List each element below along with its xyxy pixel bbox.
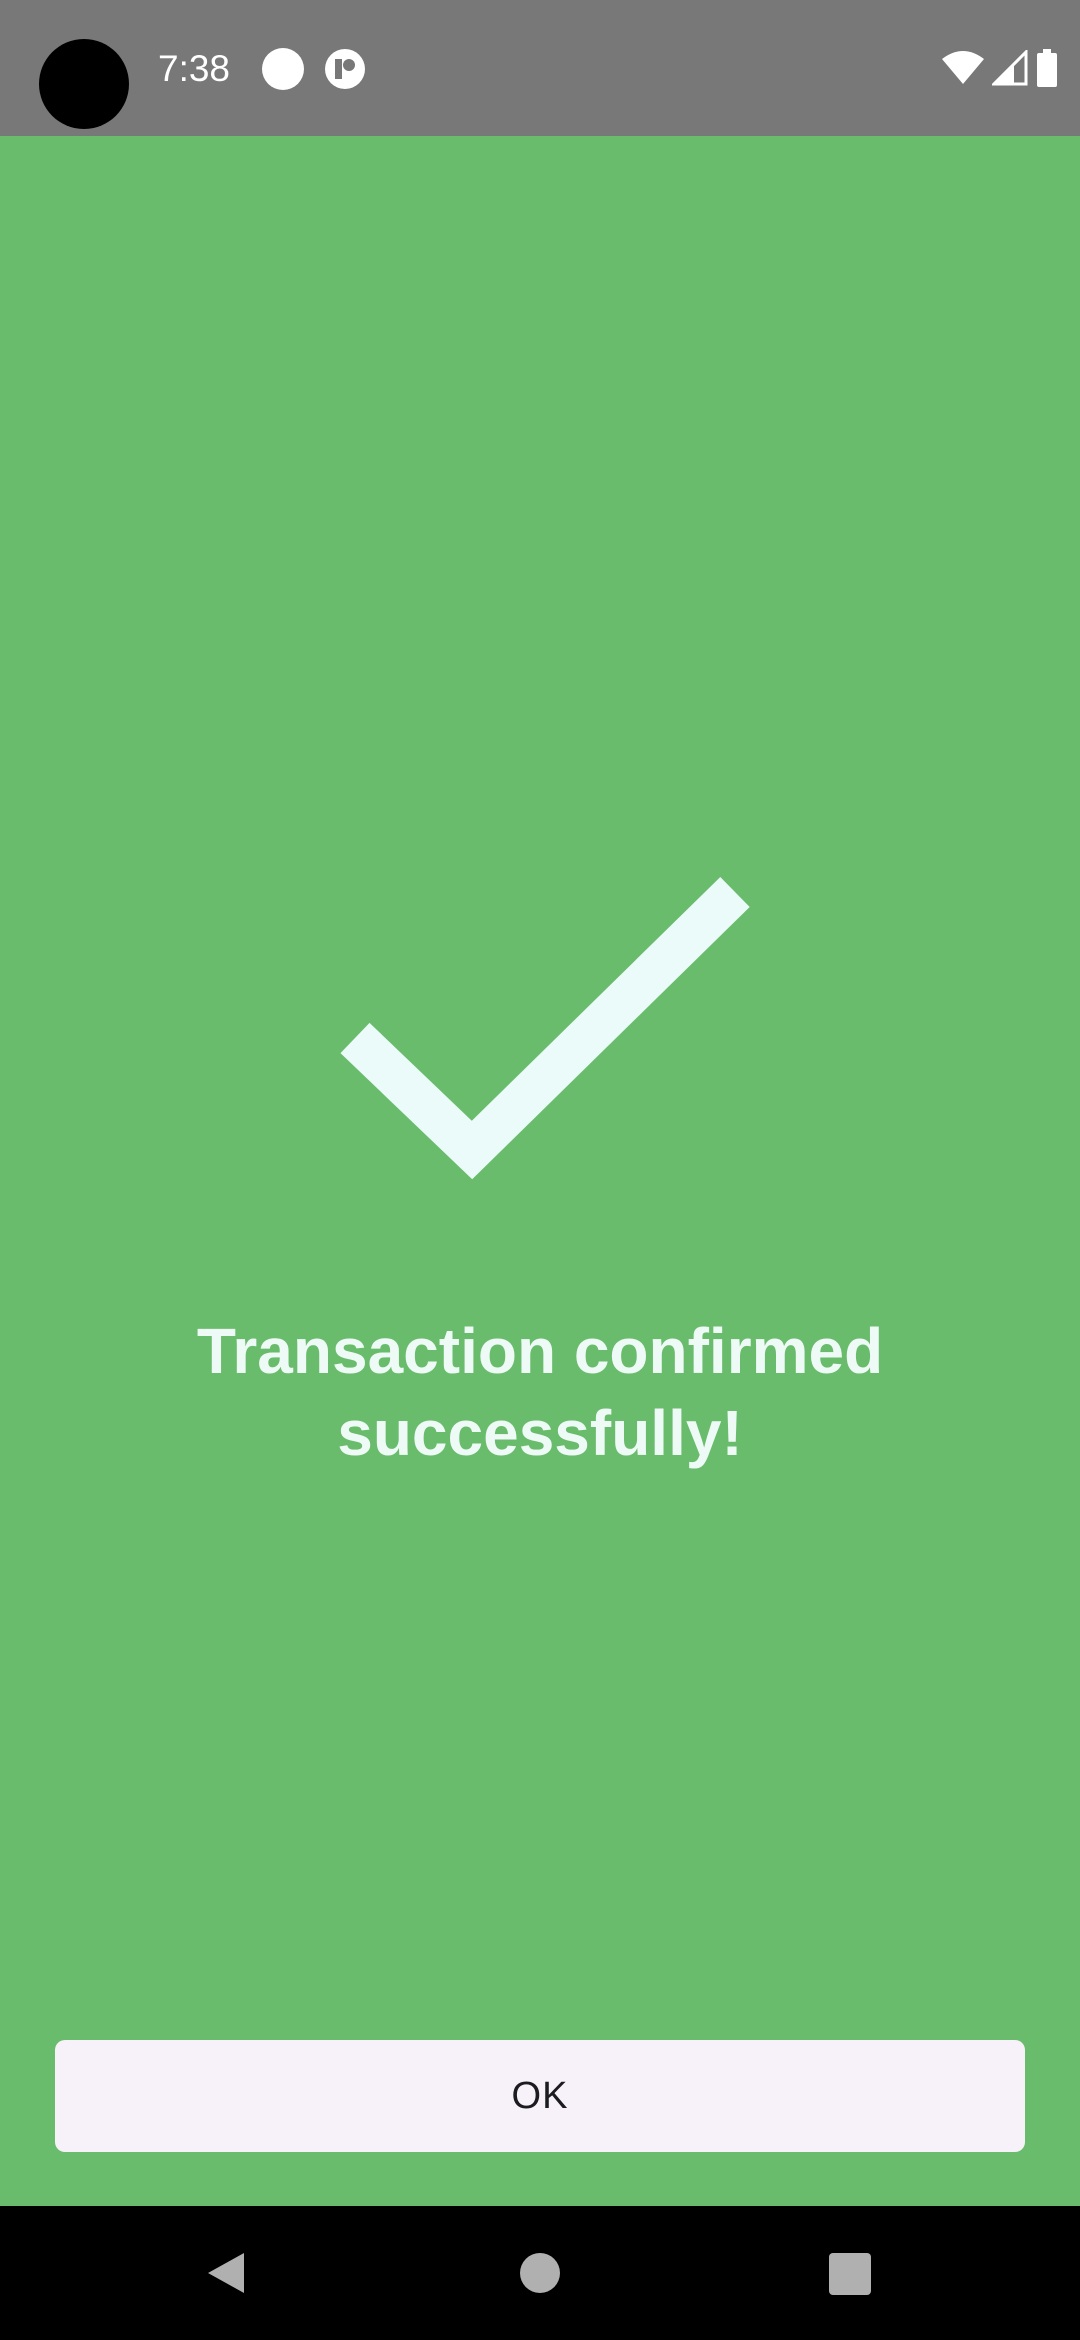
status-icons [942, 46, 1058, 90]
notification-dot-icon [262, 48, 304, 90]
back-icon[interactable] [204, 2251, 248, 2295]
status-time: 7:38 [158, 48, 231, 89]
home-icon[interactable] [520, 2253, 560, 2293]
ok-button[interactable]: OK [55, 2040, 1025, 2152]
success-message-line2: successfully! [337, 1397, 743, 1469]
wifi-icon [942, 51, 984, 84]
status-bar: 7:38 [0, 0, 1080, 136]
success-message-line1: Transaction confirmed [196, 1315, 884, 1387]
cellular-signal-icon [992, 50, 1028, 86]
success-message: Transaction confirmed successfully! [0, 1310, 1080, 1474]
battery-icon [1037, 49, 1057, 87]
recents-icon[interactable] [829, 2253, 871, 2295]
success-screen: 7:38 Transaction confirmed successfully!… [0, 0, 1080, 2340]
checkmark-icon [340, 877, 750, 1180]
app-notification-icon [325, 49, 365, 89]
camera-cutout [39, 39, 129, 129]
navigation-bar [0, 2206, 1080, 2340]
